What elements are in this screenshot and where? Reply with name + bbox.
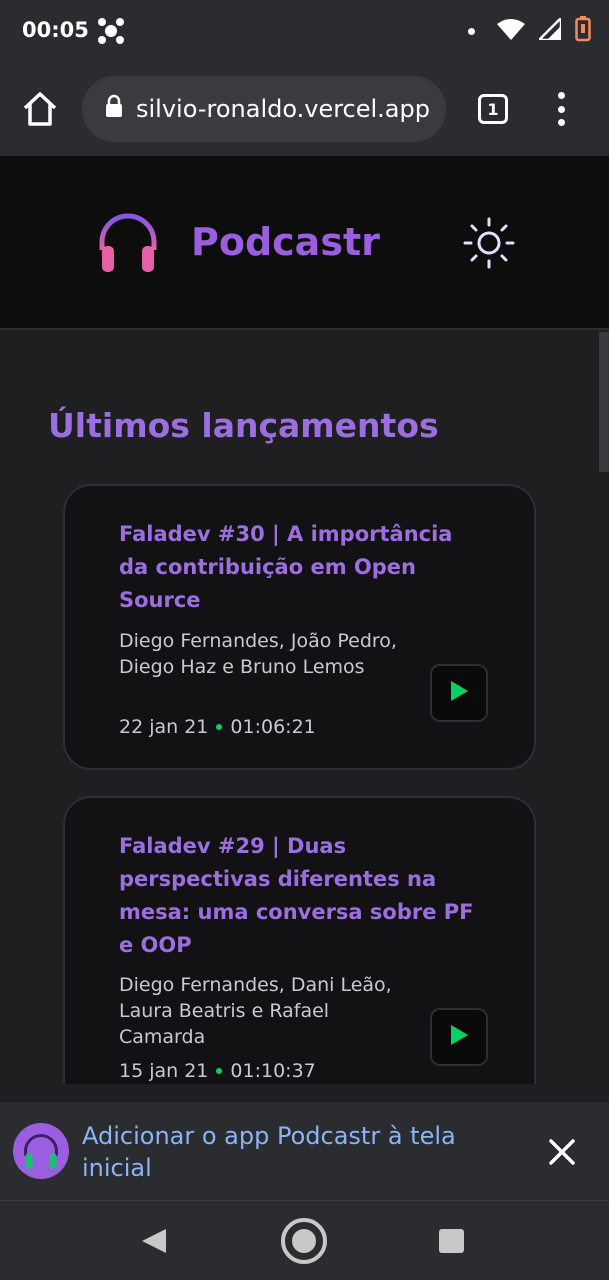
headphones-icon: [96, 210, 160, 278]
battery-icon: [575, 16, 591, 46]
episode-authors: Diego Fernandes, João Pedro, Diego Haz e…: [119, 630, 397, 678]
episode-duration: 01:06:21: [230, 716, 316, 738]
app-notification-icon: [96, 16, 126, 50]
meta-separator: [216, 1068, 223, 1074]
episode-duration: 01:10:37: [230, 1060, 316, 1082]
play-button[interactable]: [430, 1008, 488, 1066]
main-content[interactable]: Últimos lançamentos Faladev #30 | A impo…: [0, 332, 609, 1084]
app-header: Podcastr: [0, 156, 609, 330]
home-icon[interactable]: [20, 90, 60, 132]
browser-menu-icon[interactable]: [552, 92, 570, 126]
episode-authors: Diego Fernandes, Dani Leão, Laura Beatri…: [119, 974, 392, 1048]
status-bar: 00:05: [0, 0, 609, 64]
back-icon[interactable]: [140, 1227, 168, 1259]
tab-switcher-button[interactable]: 1: [478, 94, 508, 124]
episode-card[interactable]: Faladev #30 | A importância da contribui…: [63, 484, 536, 770]
url-bar[interactable]: silvio-ronaldo.vercel.app: [82, 76, 446, 142]
sun-icon[interactable]: [462, 216, 516, 274]
install-app-banner[interactable]: Adicionar o app Podcastr à tela inicial: [0, 1102, 609, 1200]
play-button[interactable]: [430, 664, 488, 722]
meta-separator: [216, 724, 223, 730]
episode-date: 22 jan 21: [119, 716, 209, 738]
signal-icon: [535, 14, 563, 44]
app-logo-text: Podcastr: [191, 220, 380, 264]
play-icon: [449, 680, 469, 706]
home-circle-icon[interactable]: [280, 1217, 328, 1269]
episode-title[interactable]: Faladev #30 | A importância da contribui…: [119, 518, 479, 617]
episode-title[interactable]: Faladev #29 | Duas perspectivas diferent…: [119, 830, 479, 962]
notification-dot: [468, 27, 475, 35]
episode-meta: 15 jan 21 01:10:37: [119, 1060, 316, 1082]
close-icon[interactable]: [548, 1138, 576, 1170]
headphones-icon: [13, 1123, 69, 1179]
lock-icon: [104, 94, 136, 124]
url-text: silvio-ronaldo.vercel.app: [136, 95, 430, 123]
recents-icon[interactable]: [439, 1229, 464, 1253]
browser-toolbar: silvio-ronaldo.vercel.app 1: [0, 64, 609, 156]
play-icon: [449, 1024, 469, 1050]
status-icons: [468, 14, 591, 46]
section-title: Últimos lançamentos: [48, 406, 439, 445]
system-nav-bar: [0, 1200, 609, 1280]
episode-card[interactable]: Faladev #29 | Duas perspectivas diferent…: [63, 796, 536, 1084]
episode-meta: 22 jan 21 01:06:21: [119, 716, 316, 738]
wifi-icon: [497, 18, 525, 44]
episode-date: 15 jan 21: [119, 1060, 209, 1082]
install-banner-text[interactable]: Adicionar o app Podcastr à tela inicial: [82, 1120, 502, 1184]
status-time: 00:05: [22, 18, 89, 42]
scrollbar[interactable]: [599, 332, 609, 472]
